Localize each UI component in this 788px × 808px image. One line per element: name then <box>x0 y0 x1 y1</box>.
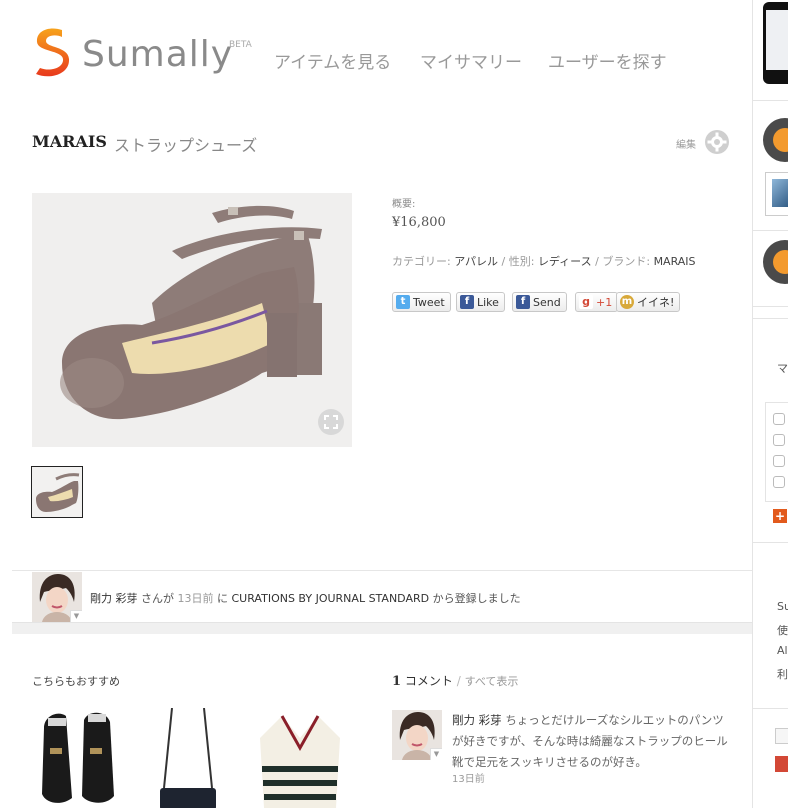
strap-shoe-image <box>60 205 322 420</box>
thumbnail-image <box>772 179 788 207</box>
add-plus-icon[interactable]: + <box>773 509 787 523</box>
registrant-name[interactable]: 剛力 彩芽 <box>90 592 138 605</box>
comments-header: 1 コメント / すべて表示 <box>392 672 518 689</box>
sidebar-heading: マ <box>777 362 788 375</box>
gender-link[interactable]: レディース <box>538 255 592 268</box>
category-label: カテゴリー: <box>392 255 451 268</box>
check-icon <box>773 250 788 274</box>
registration-text: に <box>217 592 228 605</box>
divider <box>753 230 788 231</box>
brand-name[interactable]: Sumally <box>82 34 233 75</box>
send-label: Send <box>533 295 561 309</box>
check-circle-icon[interactable] <box>763 240 788 284</box>
comment-header-separator: / <box>456 674 461 688</box>
heart-icon <box>773 128 788 152</box>
recommend-title: こちらもおすすめ <box>32 675 120 688</box>
item-main-image[interactable] <box>32 193 352 447</box>
mixi-icon: m <box>620 295 634 309</box>
mixi-iine-button[interactable]: m イイネ! <box>616 292 681 312</box>
site-header: Sumally BETA アイテムを見る マイサマリー ユーザーを探す <box>0 0 752 100</box>
sidebar-link[interactable]: 使 <box>777 622 788 638</box>
sidebar-checkbox[interactable] <box>773 434 785 446</box>
sidebar-link[interactable]: Al <box>777 644 788 657</box>
overview-label: 概要: <box>392 199 416 210</box>
right-sidebar: マ + Su 使 Al 利 <box>752 0 788 808</box>
divider <box>12 570 752 571</box>
comment-user[interactable]: 剛力 彩芽 <box>452 713 502 727</box>
nav-find-users[interactable]: ユーザーを探す <box>548 48 667 73</box>
divider <box>753 708 788 709</box>
show-all-comments-link[interactable]: すべて表示 <box>465 675 519 688</box>
google-plus-icon[interactable] <box>775 756 788 772</box>
expand-icon[interactable] <box>318 409 344 435</box>
plus-one-label: +1 <box>596 295 613 309</box>
avatar[interactable]: ▼ <box>392 710 442 760</box>
google-plus-one-button[interactable]: g +1 <box>575 292 619 312</box>
tweet-label: Tweet <box>413 295 445 309</box>
tweet-button[interactable]: t Tweet <box>392 292 451 312</box>
phone-screen <box>766 10 788 70</box>
meta-separator: / <box>501 255 506 268</box>
registration-line: 剛力 彩芽 さんが 13日前 に CURATIONS BY JOURNAL ST… <box>90 590 521 606</box>
sidebar-checkbox[interactable] <box>773 455 785 467</box>
gender-label: 性別: <box>508 255 535 268</box>
iine-label: イイネ! <box>637 296 675 309</box>
item-price: ¥16,800 <box>392 215 446 230</box>
item-name: ストラップシューズ <box>114 136 258 155</box>
nav-browse-items[interactable]: アイテムを見る <box>274 48 391 73</box>
facebook-icon: f <box>516 295 530 309</box>
chevron-down-icon[interactable]: ▼ <box>70 610 82 622</box>
sidebar-link[interactable]: 利 <box>777 666 788 682</box>
recommend-item-sweater[interactable] <box>252 708 344 808</box>
sidebar-checkbox[interactable] <box>773 413 785 425</box>
sidebar-link[interactable]: Su <box>777 600 788 613</box>
category-link[interactable]: アパレル <box>454 255 498 268</box>
comment-label: コメント <box>404 674 453 688</box>
twitter-icon[interactable] <box>775 728 788 744</box>
brand-link[interactable]: MARAIS <box>654 255 696 268</box>
section-divider <box>12 622 752 634</box>
registration-time: 13日前 <box>177 592 214 605</box>
iphone-app-banner[interactable] <box>763 2 788 84</box>
recommend-item-shoes[interactable] <box>32 708 124 808</box>
comment-count: 1 <box>392 674 402 689</box>
gear-icon[interactable] <box>704 129 730 155</box>
sidebar-thumbnail[interactable] <box>765 172 788 216</box>
comment-item: 剛力 彩芽 ちょっとだけルーズなシルエットのパンツが好きですが、そんな時は綺麗な… <box>452 710 734 773</box>
chevron-down-icon[interactable]: ▼ <box>430 748 442 760</box>
recommend-item-bag[interactable] <box>142 708 234 808</box>
divider <box>753 306 788 307</box>
brand-label: ブランド: <box>602 255 651 268</box>
divider <box>753 100 788 101</box>
heart-circle-icon[interactable] <box>763 118 788 162</box>
like-label: Like <box>477 295 499 309</box>
item-meta: カテゴリー: アパレル / 性別: レディース / ブランド: MARAIS <box>392 253 696 269</box>
avatar[interactable]: ▼ <box>32 572 82 622</box>
beta-badge: BETA <box>229 40 252 50</box>
comment-time: 13日前 <box>452 774 485 785</box>
sidebar-checkbox[interactable] <box>773 476 785 488</box>
google-g-icon: g <box>579 295 593 309</box>
source-link[interactable]: CURATIONS BY JOURNAL STANDARD <box>232 592 430 605</box>
item-thumbnail[interactable] <box>31 466 83 518</box>
divider <box>753 542 788 543</box>
facebook-icon: f <box>460 295 474 309</box>
registration-text: さんが <box>141 592 174 605</box>
edit-link[interactable]: 編集 <box>676 136 696 151</box>
item-brand-title[interactable]: MARAIS <box>32 132 107 151</box>
twitter-bird-icon: t <box>396 295 410 309</box>
facebook-send-button[interactable]: f Send <box>512 292 567 312</box>
facebook-like-button[interactable]: f Like <box>456 292 505 312</box>
nav-my-summary[interactable]: マイサマリー <box>420 48 522 73</box>
sumally-logo-icon[interactable] <box>32 26 72 78</box>
divider <box>753 318 788 319</box>
registration-text: から登録しました <box>432 592 521 605</box>
meta-separator: / <box>595 255 599 268</box>
